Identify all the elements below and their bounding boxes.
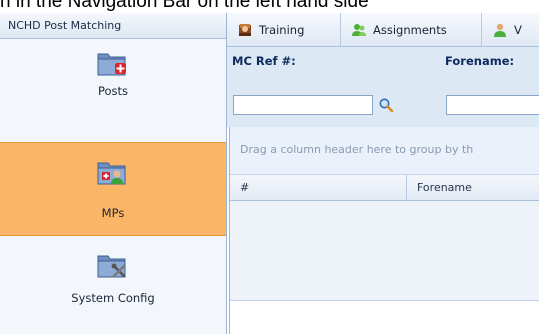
mc-ref-input[interactable] bbox=[233, 95, 373, 115]
navigation-bar: NCHD Post Matching Posts MPs System Conf… bbox=[0, 13, 227, 334]
nav-item-label: MPs bbox=[101, 206, 125, 220]
grid-header-row: # Forename bbox=[230, 175, 539, 201]
assignments-label: Assignments bbox=[373, 22, 447, 37]
column-header-number[interactable]: # bbox=[230, 175, 407, 200]
column-header-label: Forename bbox=[417, 181, 472, 194]
group-by-panel[interactable]: Drag a column header here to group by th bbox=[230, 127, 539, 175]
mc-ref-label: MC Ref #: bbox=[232, 54, 296, 68]
nav-item-system-config[interactable]: System Config bbox=[0, 237, 226, 317]
nav-item-posts[interactable]: Posts bbox=[0, 39, 226, 102]
navigation-bar-header: NCHD Post Matching bbox=[0, 13, 226, 39]
nav-item-mps[interactable]: MPs bbox=[0, 142, 226, 236]
search-icon[interactable] bbox=[378, 97, 394, 113]
filter-panel: MC Ref #: Forename: bbox=[227, 47, 539, 127]
assignments-button[interactable]: Assignments bbox=[341, 13, 482, 46]
assignments-icon bbox=[352, 23, 366, 36]
main-panel: Training Assignments V MC Ref #: Forenam… bbox=[227, 13, 539, 334]
toolbar-button-v[interactable]: V bbox=[482, 13, 539, 46]
training-button[interactable]: Training bbox=[227, 13, 341, 46]
background-text-strip: n in the Navigation Bar on the left hand… bbox=[0, 0, 539, 13]
column-header-forename[interactable]: Forename bbox=[407, 175, 539, 200]
forename-label: Forename: bbox=[445, 54, 515, 68]
folder-user-icon bbox=[97, 162, 126, 185]
navigation-bar-title: NCHD Post Matching bbox=[8, 19, 122, 32]
group-by-hint: Drag a column header here to group by th bbox=[240, 143, 474, 156]
forename-input[interactable] bbox=[446, 95, 539, 115]
toolbar-button-v-label: V bbox=[514, 22, 522, 37]
data-grid: Drag a column header here to group by th… bbox=[229, 127, 539, 334]
nav-item-label: System Config bbox=[71, 291, 155, 305]
nav-item-label: Posts bbox=[97, 84, 129, 98]
background-text: n in the Navigation Bar on the left hand… bbox=[0, 0, 369, 12]
folder-red-plus-icon bbox=[97, 53, 126, 76]
training-icon bbox=[239, 23, 251, 36]
column-header-label: # bbox=[240, 181, 250, 194]
user-icon bbox=[494, 23, 506, 37]
grid-footer bbox=[230, 300, 539, 334]
grid-body bbox=[230, 201, 539, 300]
toolbar: Training Assignments V bbox=[227, 13, 539, 47]
folder-tools-icon bbox=[97, 255, 126, 278]
training-label: Training bbox=[259, 22, 305, 37]
